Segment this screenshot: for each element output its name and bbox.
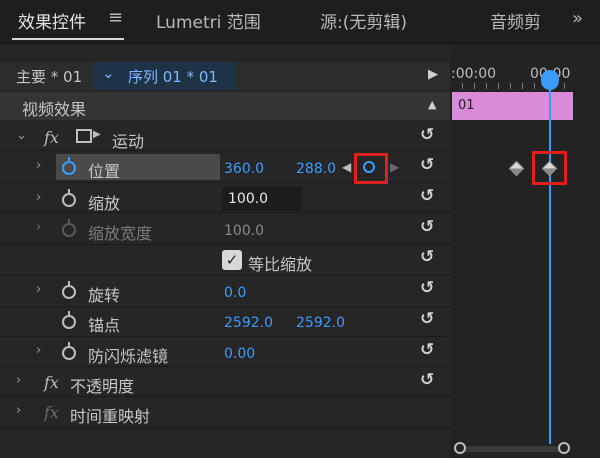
double-chevron-right-icon[interactable]: » xyxy=(572,8,583,29)
position-y-value[interactable]: 288.0 xyxy=(296,161,336,177)
chevron-right-icon[interactable]: › xyxy=(36,190,41,205)
active-tab-indicator xyxy=(12,38,124,40)
reset-icon[interactable]: ↺ xyxy=(420,340,434,360)
scale-label: 缩放 xyxy=(88,194,121,213)
ruler-tick xyxy=(474,83,475,89)
anti-flicker-label: 防闪烁滤镜 xyxy=(88,347,169,366)
collapse-up-icon[interactable]: ▲ xyxy=(428,98,436,111)
reset-icon[interactable]: ↺ xyxy=(420,247,434,267)
rotation-value[interactable]: 0.0 xyxy=(224,285,246,301)
tab-lumetri-scopes[interactable]: Lumetri 范围 xyxy=(156,8,261,33)
row-divider xyxy=(0,150,450,151)
tab-audio[interactable]: 音频剪 xyxy=(490,8,541,33)
row-divider xyxy=(0,244,450,245)
hamburger-icon[interactable]: ≡ xyxy=(108,7,123,28)
playhead-handle[interactable] xyxy=(541,70,559,90)
tab-source[interactable]: 源:(无剪辑) xyxy=(320,8,407,33)
opacity-label: 不透明度 xyxy=(70,377,135,396)
reset-icon[interactable]: ↺ xyxy=(420,370,434,390)
zoom-scroll-bar[interactable] xyxy=(456,446,568,452)
reset-icon[interactable]: ↺ xyxy=(420,155,434,175)
master-clip-label[interactable]: 主要 * 01 xyxy=(16,66,82,87)
ruler-tick xyxy=(522,83,523,89)
ruler-tick xyxy=(510,83,511,89)
row-divider xyxy=(0,306,450,307)
zoom-handle-right[interactable] xyxy=(558,442,570,454)
zoom-handle-left[interactable] xyxy=(454,442,466,454)
row-divider xyxy=(0,212,450,213)
sequence-clip-label[interactable]: 序列 01 * 01 xyxy=(128,66,218,87)
scale-width-value: 100.0 xyxy=(224,223,265,239)
scale-width-label: 缩放宽度 xyxy=(88,224,153,243)
chevron-right-icon[interactable]: › xyxy=(36,220,41,235)
ruler-tick xyxy=(564,83,565,89)
row-divider xyxy=(0,366,450,367)
chevron-down-icon[interactable]: ⌄ xyxy=(102,64,115,82)
stopwatch-icon[interactable] xyxy=(62,157,76,175)
anti-flicker-value[interactable]: 0.00 xyxy=(224,346,255,362)
stopwatch-icon[interactable] xyxy=(62,311,76,329)
clip-label: 01 xyxy=(458,98,475,113)
row-divider xyxy=(0,336,450,337)
chevron-down-icon[interactable]: ⌄ xyxy=(16,128,27,143)
play-only-clip-icon[interactable]: ▶ xyxy=(428,67,438,82)
reset-icon[interactable]: ↺ xyxy=(420,278,434,298)
fx-icon: fx xyxy=(44,403,59,422)
reset-icon[interactable]: ↺ xyxy=(420,125,434,145)
uniform-scale-label: 等比缩放 xyxy=(248,255,313,274)
chevron-right-icon[interactable]: › xyxy=(36,343,41,358)
position-x-value[interactable]: 360.0 xyxy=(224,161,264,177)
add-keyframe-icon[interactable] xyxy=(363,161,375,173)
timecode-start: :00:00 xyxy=(451,66,497,82)
row-divider xyxy=(0,396,450,397)
fx-icon[interactable]: fx xyxy=(44,373,59,392)
row-divider xyxy=(0,274,450,275)
rotation-label: 旋转 xyxy=(88,286,121,305)
reset-icon[interactable]: ↺ xyxy=(420,217,434,237)
transform-box-icon[interactable] xyxy=(76,129,92,143)
ruler-tick xyxy=(534,83,535,89)
anchor-y-value[interactable]: 2592.0 xyxy=(296,315,345,331)
anchor-label: 锚点 xyxy=(88,316,121,335)
reset-icon[interactable]: ↺ xyxy=(420,309,434,329)
stopwatch-icon xyxy=(62,219,76,237)
row-divider xyxy=(0,428,450,429)
uniform-scale-checkbox[interactable]: ✓ xyxy=(222,250,242,270)
ruler-tick xyxy=(462,83,463,89)
tab-effect-controls[interactable]: 效果控件 xyxy=(18,8,86,33)
stopwatch-icon[interactable] xyxy=(62,342,76,360)
ruler-tick xyxy=(498,83,499,89)
stopwatch-icon[interactable] xyxy=(62,189,76,207)
play-small-icon: ▶ xyxy=(93,129,101,140)
motion-label: 运动 xyxy=(112,132,145,151)
section-title: 视频效果 xyxy=(22,100,87,119)
time-remap-label: 时间重映射 xyxy=(70,407,151,426)
previous-keyframe-icon[interactable]: ◀ xyxy=(342,160,351,174)
chevron-right-icon[interactable]: › xyxy=(16,373,21,388)
reset-icon[interactable]: ↺ xyxy=(420,186,434,206)
chevron-right-icon[interactable]: › xyxy=(16,403,21,418)
position-label: 位置 xyxy=(88,162,121,181)
position-row-highlight xyxy=(56,154,220,180)
chevron-right-icon[interactable]: › xyxy=(36,158,41,173)
next-keyframe-icon[interactable]: ▶ xyxy=(390,160,399,174)
playhead-line xyxy=(549,82,551,444)
scale-value[interactable]: 100.0 xyxy=(228,191,268,207)
stopwatch-icon[interactable] xyxy=(62,281,76,299)
chevron-right-icon[interactable]: › xyxy=(36,282,41,297)
ruler-tick xyxy=(486,83,487,89)
fx-icon[interactable]: fx xyxy=(44,128,59,147)
anchor-x-value[interactable]: 2592.0 xyxy=(224,315,273,331)
